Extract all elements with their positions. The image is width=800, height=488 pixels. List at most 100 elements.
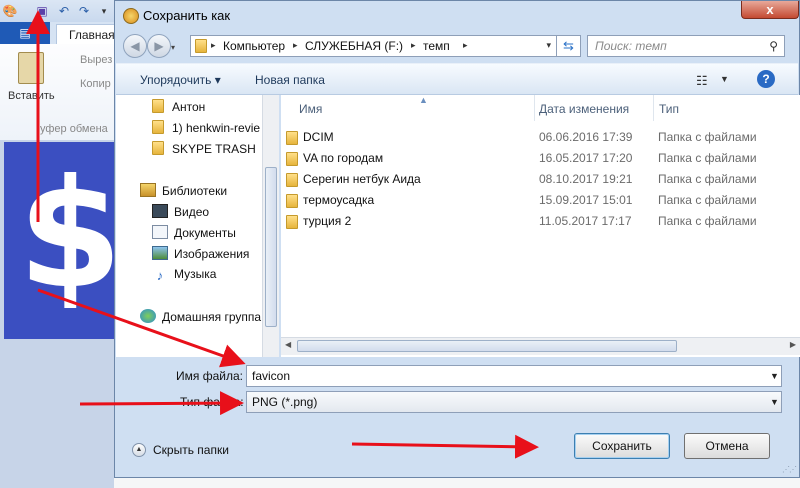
column-header-name[interactable]: Имя xyxy=(299,102,322,116)
file-date: 06.06.2016 17:39 xyxy=(539,130,633,144)
nav-item-henkwin[interactable]: 1) henkwin-revie xyxy=(152,120,260,135)
view-options-icon[interactable]: ☷ xyxy=(696,73,708,89)
address-history-dropdown-icon[interactable]: ▾ xyxy=(546,40,551,51)
cut-button[interactable]: Вырез xyxy=(80,54,112,66)
chevron-right-icon[interactable]: ▸ xyxy=(463,40,468,51)
file-row[interactable]: DCIM 06.06.2016 17:39 Папка с файлами xyxy=(281,127,800,148)
search-icon[interactable]: ⚲ xyxy=(769,39,778,53)
filename-history-dropdown-icon[interactable]: ▼ xyxy=(770,371,779,381)
file-date: 15.09.2017 15:01 xyxy=(539,193,633,207)
file-type: Папка с файлами xyxy=(658,172,757,186)
nav-item-documents[interactable]: Документы xyxy=(152,225,236,240)
folder-icon xyxy=(152,141,164,155)
file-type: Папка с файлами xyxy=(658,214,757,228)
nav-item-libraries[interactable]: Библиотеки xyxy=(140,183,227,198)
breadcrumb-drive[interactable]: СЛУЖЕБНАЯ (F:) xyxy=(305,39,403,53)
nav-item-skype-trash[interactable]: SKYPE TRASH xyxy=(152,141,256,156)
file-name: Серегин нетбук Аида xyxy=(303,172,421,186)
help-icon[interactable]: ? xyxy=(757,70,775,88)
address-bar[interactable]: ▸ Компьютер ▸ СЛУЖЕБНАЯ (F:) ▸ темп ▸ ▾ xyxy=(190,35,557,57)
dollar-symbol-image: $ xyxy=(18,148,123,322)
paste-icon[interactable] xyxy=(18,52,44,84)
search-input[interactable]: Поиск: темп ⚲ xyxy=(587,35,785,57)
nav-item-homegroup[interactable]: Домашняя группа xyxy=(140,309,261,324)
customize-toolbar-icon[interactable]: ▾ xyxy=(96,3,112,19)
command-bar: Упорядочить ▾ Новая папка ☷ ▼ ? xyxy=(116,63,798,95)
save-form: Имя файла: favicon ▼ Тип файла: PNG (*.p… xyxy=(116,357,798,477)
recent-locations-chevron-icon[interactable]: ▾ xyxy=(171,43,175,52)
breadcrumb-temp[interactable]: темп xyxy=(423,39,450,53)
new-folder-button[interactable]: Новая папка xyxy=(255,73,325,87)
navigation-pane-scrollbar[interactable] xyxy=(262,95,279,357)
column-divider[interactable] xyxy=(653,95,654,121)
folder-icon xyxy=(195,39,207,53)
cancel-button[interactable]: Отмена xyxy=(684,433,770,459)
folder-icon xyxy=(152,120,164,134)
forward-button[interactable]: ▶ xyxy=(147,34,171,58)
scrollbar-thumb[interactable] xyxy=(297,340,677,352)
paint-app-icon xyxy=(123,8,139,24)
chevron-right-icon[interactable]: ▸ xyxy=(411,40,416,51)
chevron-right-icon[interactable]: ▸ xyxy=(211,40,216,51)
folder-icon xyxy=(286,152,298,166)
scrollbar-thumb[interactable] xyxy=(265,167,277,327)
hide-folders-button[interactable]: Скрыть папки xyxy=(153,443,229,457)
column-header-date[interactable]: Дата изменения xyxy=(539,102,629,116)
video-icon xyxy=(152,204,168,218)
filename-input[interactable]: favicon xyxy=(246,365,782,387)
search-placeholder: Поиск: темп xyxy=(595,39,667,53)
file-name: термоусадка xyxy=(303,193,375,207)
refresh-button[interactable]: ⇆ xyxy=(557,35,581,57)
chevron-right-icon[interactable]: ▸ xyxy=(293,40,298,51)
save-icon[interactable]: ▣ xyxy=(34,3,50,19)
column-divider[interactable] xyxy=(534,95,535,121)
nav-item-images[interactable]: Изображения xyxy=(152,246,249,261)
quick-access-toolbar: 🎨 ▣ ↶ ↷ ▾ xyxy=(0,0,114,22)
breadcrumb-computer[interactable]: Компьютер xyxy=(223,39,285,53)
file-row[interactable]: турция 2 11.05.2017 17:17 Папка с файлам… xyxy=(281,211,800,232)
paint-app-icon[interactable]: 🎨 xyxy=(2,3,18,19)
resize-grip-icon[interactable]: ⋰⋰ xyxy=(782,465,797,474)
scroll-right-icon[interactable]: ▶ xyxy=(790,340,796,349)
back-button[interactable]: ◀ xyxy=(123,34,147,58)
images-icon xyxy=(152,246,168,260)
dialog-titlebar[interactable]: Сохранить как x xyxy=(115,1,799,31)
save-button[interactable]: Сохранить xyxy=(574,433,670,459)
column-header-type[interactable]: Тип xyxy=(659,102,679,116)
close-button[interactable]: x xyxy=(741,1,799,19)
file-date: 11.05.2017 17:17 xyxy=(539,214,632,228)
file-list-horizontal-scrollbar[interactable]: ◀ ▶ xyxy=(281,337,800,355)
view-dropdown-icon[interactable]: ▼ xyxy=(720,74,729,84)
file-date: 16.05.2017 17:20 xyxy=(539,151,633,165)
file-type: Папка с файлами xyxy=(658,130,757,144)
file-row[interactable]: термоусадка 15.09.2017 15:01 Папка с фай… xyxy=(281,190,800,211)
homegroup-icon xyxy=(140,309,156,323)
folder-icon xyxy=(286,215,298,229)
undo-icon[interactable]: ↶ xyxy=(56,3,72,19)
organize-button[interactable]: Упорядочить ▾ xyxy=(140,73,221,87)
file-date: 08.10.2017 19:21 xyxy=(539,172,633,186)
navigation-pane: Антон 1) henkwin-revie SKYPE TRASH Библи… xyxy=(116,95,262,357)
nav-item-music[interactable]: ♪ Музыка xyxy=(152,267,217,283)
folder-icon xyxy=(286,194,298,208)
nav-item-video[interactable]: Видео xyxy=(152,204,209,219)
scroll-left-icon[interactable]: ◀ xyxy=(285,340,291,349)
filetype-dropdown-icon[interactable]: ▼ xyxy=(770,397,779,407)
file-type: Папка с файлами xyxy=(658,193,757,207)
library-icon xyxy=(140,183,156,197)
file-menu-tab[interactable]: ▤ xyxy=(0,22,50,44)
redo-icon[interactable]: ↷ xyxy=(76,3,92,19)
file-row[interactable]: Серегин нетбук Аида 08.10.2017 19:21 Пап… xyxy=(281,169,800,190)
paste-button-label[interactable]: Вставить xyxy=(8,90,55,102)
hide-folders-icon[interactable]: ▲ xyxy=(132,443,146,457)
tab-home[interactable]: Главная xyxy=(56,24,116,44)
file-name: турция 2 xyxy=(303,214,352,228)
nav-item-anton[interactable]: Антон xyxy=(152,99,205,114)
copy-button[interactable]: Копир xyxy=(80,78,111,90)
file-list: ▲ Имя Дата изменения Тип DCIM 06.06.2016… xyxy=(281,95,800,357)
music-icon: ♪ xyxy=(156,268,164,283)
folder-icon xyxy=(286,173,298,187)
documents-icon xyxy=(152,225,168,239)
filetype-select[interactable]: PNG (*.png) xyxy=(246,391,782,413)
file-row[interactable]: VA по городам 16.05.2017 17:20 Папка с ф… xyxy=(281,148,800,169)
